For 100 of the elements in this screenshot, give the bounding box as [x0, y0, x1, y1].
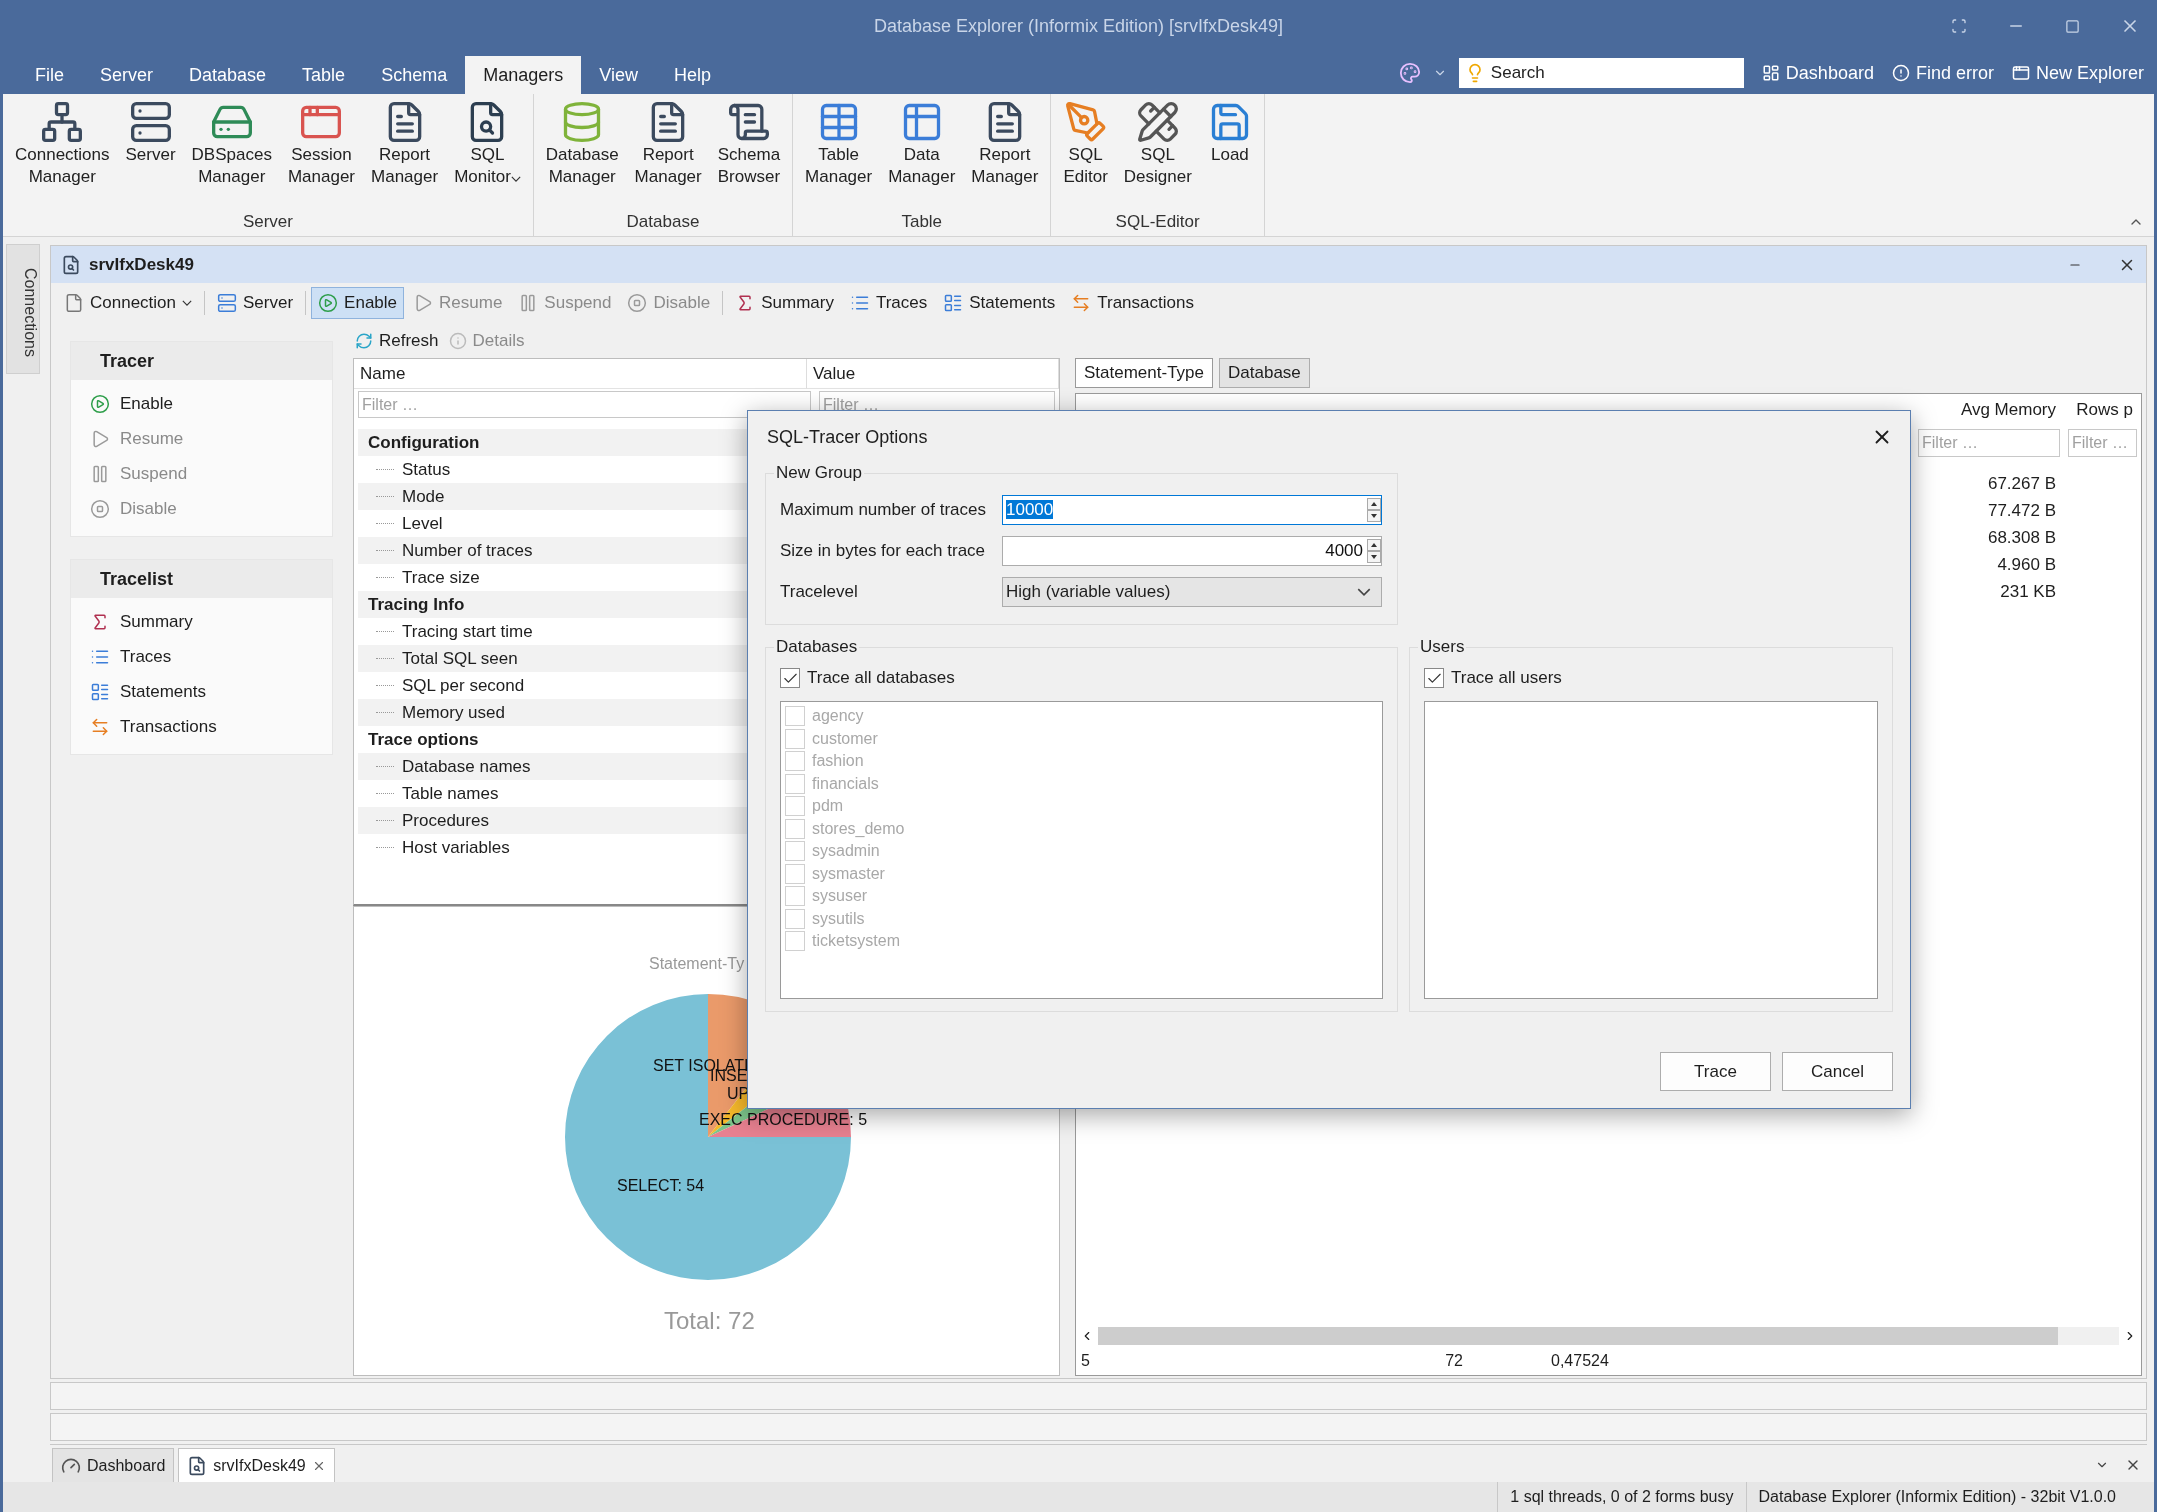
column-header[interactable]: Value	[807, 359, 1059, 389]
column-header[interactable]: Avg Memory	[1914, 400, 2064, 420]
network-icon	[40, 100, 85, 144]
tree-item[interactable]: Host variables	[402, 837, 510, 858]
tree-item[interactable]: Number of traces	[402, 540, 533, 561]
ribbon-button[interactable]: Session Manager	[279, 98, 364, 212]
toolbar-link[interactable]: New Explorer	[2011, 62, 2144, 84]
tree-item[interactable]: Status	[402, 459, 451, 480]
spin-arrows-icon[interactable]	[1367, 538, 1381, 563]
menu-tab[interactable]: Managers	[465, 56, 582, 94]
toolbar-button[interactable]: Enable	[311, 287, 405, 319]
tree-item[interactable]: Level	[402, 513, 443, 534]
dialog-button[interactable]: Cancel	[1782, 1052, 1893, 1091]
ribbon-button[interactable]: Report Manager	[363, 98, 447, 212]
play-icon	[90, 429, 110, 449]
menu-tab[interactable]: Table	[284, 56, 364, 94]
document-tab[interactable]: srvIfxDesk49	[178, 1448, 335, 1482]
toolbar-button[interactable]: Statements	[936, 287, 1063, 319]
list-icon	[943, 293, 964, 313]
tree-group[interactable]: Trace options	[368, 729, 479, 750]
dropdown-field[interactable]: High (variable values)	[1002, 576, 1382, 607]
tree-item[interactable]: Tracing start time	[402, 621, 533, 642]
menu-tab[interactable]: File	[17, 56, 82, 94]
checkbox-label: pdm	[812, 797, 844, 816]
checkbox-label: ticketsystem	[812, 932, 900, 951]
column-header[interactable]: Name	[354, 359, 807, 389]
filter-field[interactable]: Filter …	[1918, 429, 2060, 457]
menu-tab[interactable]: Server	[82, 56, 172, 94]
tree-item[interactable]: Table names	[402, 783, 499, 804]
menu-tab[interactable]: Schema	[363, 56, 466, 94]
toolbar-button[interactable]: Transactions	[1064, 287, 1201, 319]
ribbon-group-label: Server	[241, 212, 294, 233]
spin-arrows-icon[interactable]	[1367, 497, 1381, 522]
tab[interactable]: Statement-Type	[1075, 358, 1213, 388]
tree-group[interactable]: Configuration	[368, 432, 480, 453]
column-header[interactable]: Rows p	[2064, 400, 2141, 420]
group-title: New Group	[775, 463, 863, 483]
ribbon-button[interactable]: SQL Editor	[1055, 98, 1116, 212]
number-field[interactable]: 10000	[1002, 494, 1382, 525]
ribbon-button[interactable]: Table Manager	[797, 98, 881, 212]
tree-item[interactable]: SQL per second	[402, 675, 525, 696]
nav-item[interactable]: Statements	[71, 675, 332, 709]
maximize-icon[interactable]	[2065, 18, 2080, 34]
tree-item[interactable]: Database names	[402, 756, 531, 777]
document-icon	[64, 293, 84, 313]
ribbon-button[interactable]: DBSpaces Manager	[183, 98, 280, 212]
toolbar-button[interactable]: Traces	[842, 287, 935, 319]
document-tab[interactable]: Dashboard	[52, 1448, 175, 1482]
nav-item[interactable]: Transactions	[71, 710, 332, 744]
ribbon-button[interactable]: Report Manager	[626, 98, 710, 212]
tree-group[interactable]: Tracing Info	[368, 594, 465, 615]
list-icon	[90, 682, 110, 702]
play-circle-icon	[318, 293, 339, 313]
checkbox-label: sysutils	[812, 909, 865, 928]
play-icon	[413, 293, 434, 313]
checkbox[interactable]	[780, 668, 800, 688]
filter-field[interactable]: Filter …	[358, 391, 811, 418]
scrollbar-thumb[interactable]	[1098, 1327, 2058, 1345]
field-label: Tracelevel	[780, 581, 859, 602]
pause-icon	[90, 464, 110, 484]
tree-item[interactable]: Total SQL seen	[402, 648, 518, 669]
number-field[interactable]: 4000	[1002, 535, 1382, 566]
nav-item[interactable]: Traces	[71, 640, 332, 674]
tree-item[interactable]: Trace size	[402, 567, 480, 588]
palette-icon[interactable]	[1398, 62, 1421, 84]
filter-field[interactable]: Filter …	[2068, 429, 2137, 457]
tree-item[interactable]: Mode	[402, 486, 445, 507]
nav-item[interactable]: Summary	[71, 605, 332, 639]
ribbon-button[interactable]: SQL Monitor	[446, 98, 529, 212]
server-icon	[217, 293, 237, 313]
toolbar-button[interactable]: Summary	[728, 287, 841, 319]
toolbar-button[interactable]: Connection	[57, 287, 199, 319]
tree-item[interactable]: Procedures	[402, 810, 489, 831]
ribbon-button[interactable]: Server	[117, 98, 184, 212]
search-field[interactable]: Search	[1458, 58, 1744, 88]
ribbon-button[interactable]: SQL Designer	[1115, 98, 1200, 212]
ribbon-button[interactable]: Schema Browser	[709, 98, 789, 212]
ribbon-button[interactable]: Report Manager	[963, 98, 1047, 212]
menu-tab[interactable]: Database	[171, 56, 285, 94]
side-tab[interactable]: Connections	[6, 244, 40, 374]
ribbon-button[interactable]: Data Manager	[880, 98, 964, 212]
action-button[interactable]: Refresh	[355, 330, 439, 351]
checkbox[interactable]	[1424, 668, 1444, 688]
checkbox-label: financials	[812, 774, 879, 793]
ribbon-button[interactable]: Connections Manager	[7, 98, 118, 212]
stop-circle-icon	[90, 499, 110, 519]
menu-tab[interactable]: View	[581, 56, 656, 94]
tree-item[interactable]: Memory used	[402, 702, 505, 723]
nav-item[interactable]: Enable	[71, 387, 332, 421]
dialog-button[interactable]: Trace	[1660, 1052, 1771, 1091]
menu-tab[interactable]: Help	[655, 56, 729, 94]
ribbon-button[interactable]: Database Manager	[537, 98, 627, 212]
checkbox-label: Trace all users	[1451, 668, 1562, 688]
toolbar-link[interactable]: Find error	[1891, 62, 1994, 84]
tab[interactable]: Database	[1219, 358, 1310, 388]
ribbon-button[interactable]: Load	[1199, 98, 1260, 212]
toolbar-link[interactable]: Dashboard	[1761, 62, 1874, 84]
ribbon-group-label: SQL-Editor	[1114, 212, 1201, 233]
focus-icon[interactable]	[1951, 18, 1967, 34]
toolbar-button[interactable]: Server	[210, 287, 301, 319]
